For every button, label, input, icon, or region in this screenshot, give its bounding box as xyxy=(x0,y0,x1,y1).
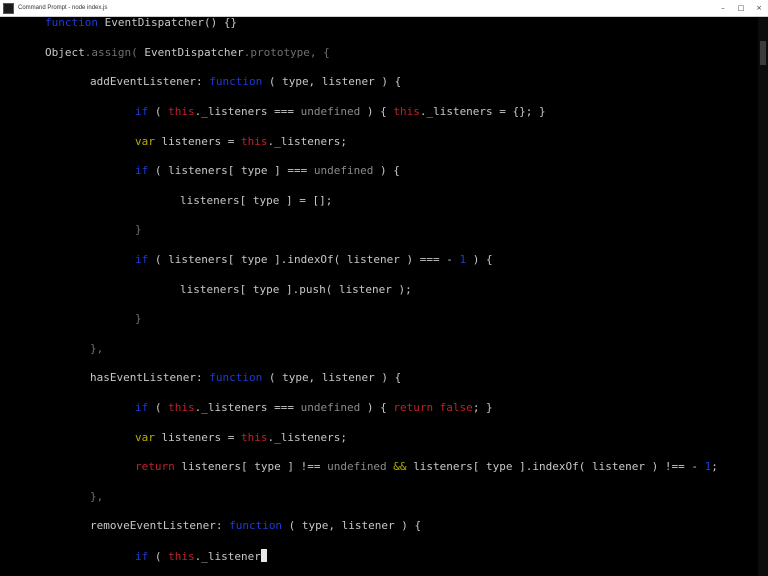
code-token: ) { xyxy=(466,253,493,266)
code-token: hasEventListener: xyxy=(90,371,210,384)
code-token: this xyxy=(240,431,268,444)
code-token: this xyxy=(240,135,268,148)
code-token: ( type, listener ) { xyxy=(282,519,422,532)
code-token: this xyxy=(168,401,195,414)
code-line: function EventDispatcher() {} xyxy=(45,16,237,30)
code-token: ( listeners[ type ].indexOf( listener ) … xyxy=(148,253,460,266)
window-title: Command Prompt - node index.js xyxy=(18,5,108,11)
code-token: this xyxy=(393,105,420,118)
code-token: function xyxy=(229,519,283,532)
code-token: Object xyxy=(45,46,85,59)
close-button[interactable]: × xyxy=(750,0,768,16)
code-token: ._listeners === xyxy=(194,401,301,414)
code-token: this xyxy=(168,105,195,118)
code-line: var listeners = this._listeners; xyxy=(135,135,347,149)
code-token: listeners[ type ] = []; xyxy=(180,194,333,207)
code-token: ( xyxy=(148,401,169,414)
code-line: var listeners = this._listeners; xyxy=(135,431,347,445)
code-token: ( xyxy=(148,550,169,563)
code-token: listeners[ type ] !== xyxy=(174,460,328,473)
console-output[interactable]: function EventDispatcher() {} Object.ass… xyxy=(0,16,758,576)
code-token: } xyxy=(135,312,142,325)
code-token: return false xyxy=(393,401,473,414)
code-token: .assign( xyxy=(84,46,145,59)
code-line: } xyxy=(135,312,142,326)
code-token: ; } xyxy=(472,401,493,414)
code-token: ( xyxy=(148,105,169,118)
code-token: undefined xyxy=(300,401,361,414)
code-token: if xyxy=(135,401,149,414)
title-bar: Command Prompt - node index.js – □ × xyxy=(0,0,768,17)
code-token: listeners[ type ].push( listener ); xyxy=(180,283,412,296)
code-token: if xyxy=(135,253,149,266)
code-token: if xyxy=(135,105,149,118)
code-token: EventDispatcher() {} xyxy=(97,16,238,29)
code-token: ._listeners === xyxy=(194,105,301,118)
code-token: undefined xyxy=(327,460,387,473)
code-token: } xyxy=(135,223,142,236)
code-token: ) { xyxy=(360,401,394,414)
code-token: listeners = xyxy=(154,431,241,444)
code-token: ) { xyxy=(360,105,394,118)
code-token: ( type, listener ) { xyxy=(262,75,402,88)
code-token: EventDispatcher xyxy=(144,46,244,59)
code-token: .prototype, { xyxy=(243,46,330,59)
minimize-button[interactable]: – xyxy=(714,0,732,16)
code-token: removeEventListener: xyxy=(90,519,230,532)
code-token: undefined xyxy=(313,164,374,177)
window-controls: – □ × xyxy=(714,0,768,16)
code-token: this xyxy=(168,550,195,563)
code-line: listeners[ type ] = []; xyxy=(180,194,332,208)
code-token: function xyxy=(45,16,98,29)
code-token: var xyxy=(135,135,155,148)
code-line: hasEventListener: function ( type, liste… xyxy=(90,371,401,385)
code-line: if ( this._listeners === undefined ) { r… xyxy=(135,401,493,415)
code-token: function xyxy=(209,371,263,384)
code-token: ._listeners = {}; } xyxy=(419,105,546,118)
code-token: if xyxy=(135,164,149,177)
code-token: }, xyxy=(90,490,104,503)
code-token: ( listeners[ type ] === xyxy=(148,164,314,177)
code-line: if ( this._listeners === undefined ) { t… xyxy=(135,105,546,119)
code-token: return xyxy=(135,460,175,473)
code-line: if ( this._listener xyxy=(135,549,267,564)
maximize-button[interactable]: □ xyxy=(732,0,750,16)
code-line: return listeners[ type ] !== undefined &… xyxy=(135,460,718,474)
code-token: ._listeners; xyxy=(267,431,347,444)
code-token: undefined xyxy=(300,105,361,118)
code-token: listeners = xyxy=(154,135,241,148)
code-token: if xyxy=(135,550,149,563)
code-line: if ( listeners[ type ].indexOf( listener… xyxy=(135,253,493,267)
text-cursor xyxy=(260,549,267,562)
scrollbar-thumb[interactable] xyxy=(760,41,766,65)
vertical-scrollbar[interactable] xyxy=(758,17,768,576)
code-token: function xyxy=(209,75,263,88)
code-token: addEventListener: xyxy=(90,75,210,88)
code-token: var xyxy=(135,431,155,444)
code-token: ._listeners; xyxy=(267,135,347,148)
code-line: } xyxy=(135,223,142,237)
code-line: removeEventListener: function ( type, li… xyxy=(90,519,421,533)
code-line: addEventListener: function ( type, liste… xyxy=(90,75,401,89)
code-line: }, xyxy=(90,490,103,504)
code-token: ._listener xyxy=(194,550,261,563)
code-line: if ( listeners[ type ] === undefined ) { xyxy=(135,164,400,178)
code-token: ( type, listener ) { xyxy=(262,371,402,384)
code-token: listeners[ type ].indexOf( listener ) !=… xyxy=(413,460,705,473)
code-line: Object.assign( EventDispatcher.prototype… xyxy=(45,46,330,60)
code-line: listeners[ type ].push( listener ); xyxy=(180,283,412,297)
code-line: }, xyxy=(90,342,103,356)
code-token: }, xyxy=(90,342,104,355)
code-token: ) { xyxy=(373,164,400,177)
command-prompt-icon xyxy=(3,2,14,14)
code-token: && xyxy=(386,460,414,473)
code-token: ; xyxy=(711,460,718,473)
